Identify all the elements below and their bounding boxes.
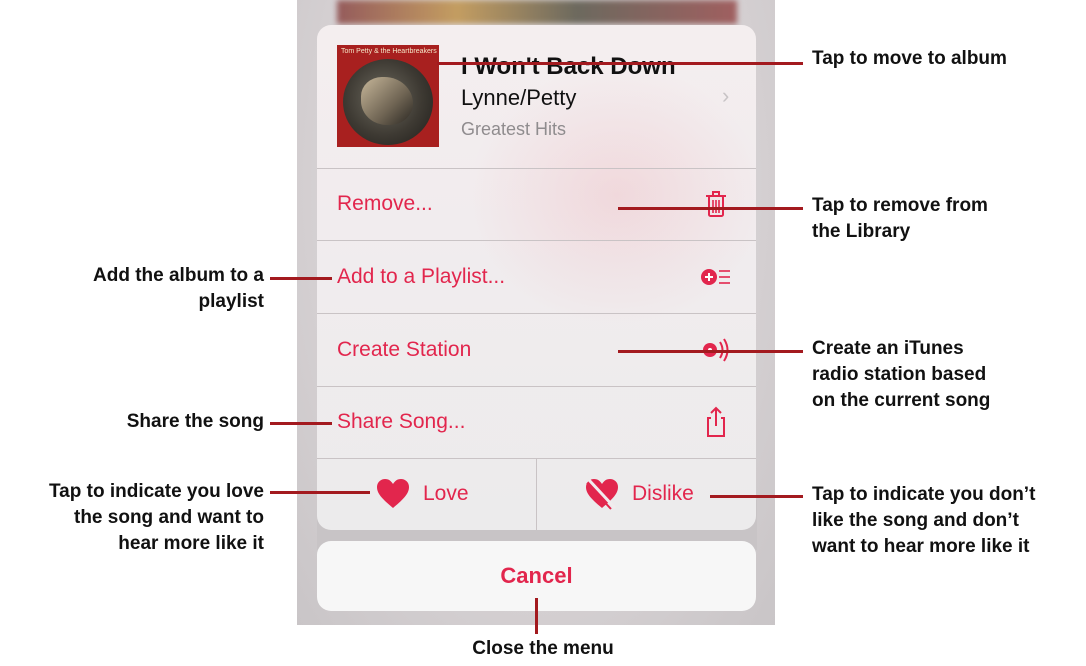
callout-line-love	[270, 491, 370, 494]
love-button[interactable]: Love	[317, 458, 537, 530]
chevron-right-icon: ›	[722, 83, 730, 108]
reaction-row: Love Dislike	[317, 458, 756, 530]
dislike-button[interactable]: Dislike	[537, 458, 756, 530]
add-playlist-row[interactable]: Add to a Playlist...	[317, 241, 756, 314]
background-album-art	[337, 0, 737, 24]
song-title: I Won't Back Down	[461, 53, 676, 80]
song-artist: Lynne/Petty	[461, 85, 577, 110]
callout-line-share	[270, 422, 332, 425]
album-art-band-text: Tom Petty & the Heartbreakers	[341, 48, 437, 55]
share-song-label: Share Song...	[337, 410, 466, 433]
love-label: Love	[423, 482, 469, 505]
heart-icon	[377, 479, 409, 508]
callout-line-remove	[618, 207, 803, 210]
callout-dislike: Tap to indicate you don’t like the song …	[812, 484, 1036, 557]
song-album: Greatest Hits	[461, 119, 567, 139]
callout-line-album	[437, 62, 803, 65]
trash-icon	[706, 191, 726, 217]
action-sheet: Tom Petty & the Heartbreakers I Won't Ba…	[317, 25, 756, 530]
share-song-row[interactable]: Share Song...	[317, 386, 756, 459]
callout-create-station: Create an iTunes radio station based on …	[812, 338, 991, 411]
callout-line-station	[618, 350, 803, 353]
share-icon	[707, 406, 725, 437]
add-playlist-label: Add to a Playlist...	[337, 265, 506, 288]
create-station-label: Create Station	[337, 338, 472, 361]
remove-row[interactable]: Remove...	[317, 168, 756, 241]
add-playlist-icon	[701, 269, 730, 285]
callout-line-dislike	[710, 495, 803, 498]
dislike-label: Dislike	[632, 482, 694, 505]
callout-close-menu: Close the menu	[472, 638, 614, 659]
callout-move-album: Tap to move to album	[812, 48, 1007, 69]
callout-line-playlist	[270, 277, 332, 280]
callout-share: Share the song	[126, 411, 264, 432]
callout-add-playlist: Add the album to a playlist	[93, 265, 264, 312]
callout-love: Tap to indicate you love the song and wa…	[48, 481, 264, 554]
cancel-label: Cancel	[500, 563, 573, 588]
dislike-heart-icon	[586, 478, 618, 510]
callout-remove: Tap to remove from the Library	[812, 195, 988, 242]
remove-label: Remove...	[337, 192, 433, 215]
album-art: Tom Petty & the Heartbreakers	[337, 45, 439, 147]
callout-line-close	[535, 598, 538, 634]
song-header[interactable]: Tom Petty & the Heartbreakers I Won't Ba…	[317, 25, 756, 169]
